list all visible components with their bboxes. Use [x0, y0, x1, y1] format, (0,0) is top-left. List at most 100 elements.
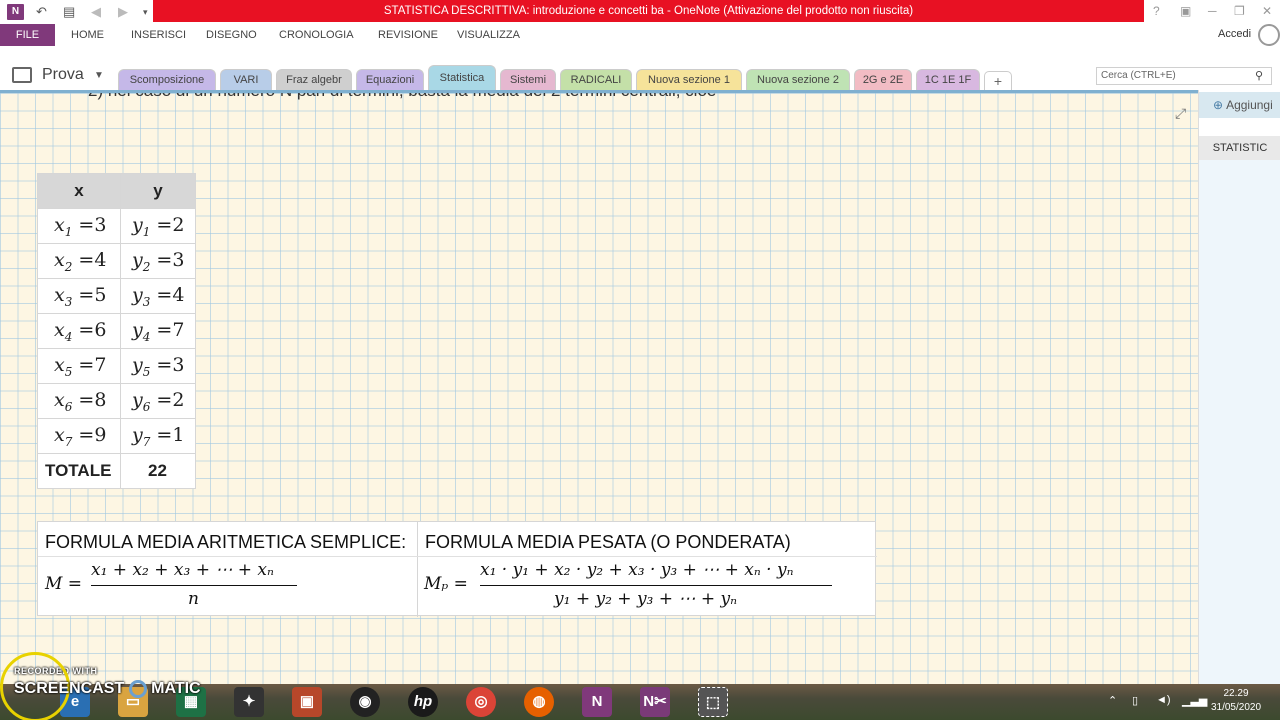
y-cell: y3 =4: [120, 278, 196, 314]
tab-file[interactable]: FILE: [0, 24, 55, 46]
network-icon[interactable]: ▁▃▅: [1182, 694, 1207, 707]
data-table: x y x1 =3 y1 =2 x2 =4 y2 =3 x3 =5 y3 =4 x4 =6 y…: [37, 173, 196, 489]
y-cell: y5 =3: [120, 348, 196, 384]
tab-visualizza[interactable]: VISUALIZZA: [457, 29, 520, 41]
clock-date: 31/05/2020: [1210, 702, 1262, 713]
close-icon[interactable]: ✕: [1262, 4, 1272, 18]
expand-icon[interactable]: ⤢: [1175, 105, 1186, 122]
formula-table: FORMULA MEDIA ARITMETICA SEMPLICE: M = x…: [37, 521, 877, 617]
photos-app-icon[interactable]: ✦: [234, 687, 264, 717]
section-tab[interactable]: Fraz algebr: [276, 69, 352, 91]
section-tab-active[interactable]: Statistica: [428, 65, 496, 92]
page-canvas[interactable]: 2) nel caso di un numero N pari di termi…: [0, 90, 1198, 684]
x-cell: x3 =5: [37, 278, 121, 314]
user-avatar-icon[interactable]: [1258, 24, 1280, 46]
total-label: TOTALE: [37, 453, 121, 489]
y-cell: y4 =7: [120, 313, 196, 349]
pages-pane-background: [1199, 160, 1280, 684]
notebook-bar: Prova ▼ Scomposizione VARI Fraz algebr E…: [0, 62, 1280, 92]
section-tab[interactable]: Scomposizione: [118, 69, 216, 91]
tab-cronologia[interactable]: CRONOLOGIA: [279, 29, 354, 41]
onenote-logo-icon: N: [7, 4, 24, 20]
simple-mean-cell: FORMULA MEDIA ARITMETICA SEMPLICE: M = x…: [38, 522, 418, 617]
customize-toolbar-icon[interactable]: ▾: [143, 3, 148, 21]
section-tab[interactable]: Sistemi: [500, 69, 556, 91]
tab-home[interactable]: HOME: [71, 29, 104, 41]
window-title: STATISTICA DESCRITTIVA: introduzione e c…: [153, 0, 1144, 22]
ribbon-display-icon[interactable]: ▣: [1180, 4, 1191, 18]
section-tab[interactable]: Equazioni: [356, 69, 424, 91]
section-tab[interactable]: 2G e 2E: [854, 69, 912, 91]
header-x: x: [37, 173, 121, 209]
notebook-name[interactable]: Prova: [42, 66, 84, 84]
forward-icon[interactable]: ▶: [118, 3, 128, 21]
header-y: y: [120, 173, 196, 209]
weighted-mean-denominator: y₁ + y₂ + y₃ + ⋯ + yₙ: [554, 589, 737, 609]
search-icon[interactable]: ⚲: [1255, 68, 1263, 84]
add-section-button[interactable]: +: [984, 71, 1012, 91]
weighted-mean-cell: FORMULA MEDIA PESATA (O PONDERATA) Mₚ = …: [418, 522, 877, 617]
weighted-mean-numerator: x₁ · y₁ + x₂ · y₂ + x₃ · y₃ + ⋯ + xₙ · y…: [480, 560, 794, 580]
table-body: x1 =3 y1 =2 x2 =4 y2 =3 x3 =5 y3 =4 x4 =6 y4 =7…: [37, 208, 196, 454]
notebook-icon[interactable]: [12, 67, 32, 83]
undo-icon[interactable]: ↶: [36, 3, 47, 21]
media-player-icon[interactable]: ◉: [350, 687, 380, 717]
clock-time: 22.29: [1223, 688, 1249, 699]
snipping-tool-icon[interactable]: ⬚: [698, 687, 728, 717]
back-icon[interactable]: ◀: [91, 3, 101, 21]
watermark-matic: MATIC: [151, 680, 201, 698]
simple-mean-title: FORMULA MEDIA ARITMETICA SEMPLICE:: [45, 532, 407, 552]
table-row: x1 =3 y1 =2: [37, 208, 196, 244]
onenote-clip-icon[interactable]: N✂: [640, 687, 670, 717]
search-input[interactable]: Cerca (CTRL+E) ⚲: [1096, 67, 1272, 85]
section-tab[interactable]: RADICALI: [560, 69, 632, 91]
section-tab[interactable]: Nuova sezione 2: [746, 69, 850, 91]
x-cell: x2 =4: [37, 243, 121, 279]
fraction-bar: [480, 585, 832, 586]
onenote-taskbar-icon[interactable]: N: [582, 687, 612, 717]
section-tab[interactable]: 1C 1E 1F: [916, 69, 980, 91]
x-cell: x7 =9: [37, 418, 121, 454]
minimize-icon[interactable]: ─: [1208, 4, 1217, 18]
y-cell: y1 =2: [120, 208, 196, 244]
tray-chevron-icon[interactable]: ⌃: [1108, 694, 1117, 707]
table-row: x5 =7 y5 =3: [37, 348, 196, 384]
section-tab[interactable]: VARI: [220, 69, 272, 91]
simple-mean-lhs: M =: [45, 574, 83, 594]
tab-revisione[interactable]: REVISIONE: [378, 29, 438, 41]
battery-icon[interactable]: ▯: [1132, 694, 1138, 707]
x-cell: x6 =8: [37, 383, 121, 419]
tab-inserisci[interactable]: INSERISCI: [131, 29, 186, 41]
y-cell: y6 =2: [120, 383, 196, 419]
y-cell: y7 =1: [120, 418, 196, 454]
watermark-line2: SCREENCAST MATIC: [14, 680, 201, 698]
volume-icon[interactable]: ◄): [1156, 694, 1171, 706]
presentation-app-icon[interactable]: ▣: [292, 687, 322, 717]
chrome-icon[interactable]: ◎: [466, 687, 496, 717]
section-tab[interactable]: Nuova sezione 1: [636, 69, 742, 91]
firefox-icon[interactable]: ◍: [524, 687, 554, 717]
clock[interactable]: 22.29 31/05/2020: [1206, 687, 1266, 715]
pages-pane: ⊕ Aggiungi STATISTIC: [1198, 90, 1280, 684]
simple-mean-numerator: x₁ + x₂ + x₃ + ⋯ + xₙ: [91, 560, 274, 580]
total-value: 22: [120, 453, 196, 489]
chevron-down-icon[interactable]: ▼: [94, 70, 104, 81]
fraction-bar: [91, 585, 297, 586]
page-item[interactable]: STATISTIC: [1199, 136, 1280, 160]
watermark-o-icon: [128, 680, 147, 698]
add-page-button[interactable]: ⊕ Aggiungi: [1199, 92, 1280, 118]
table-header-row: x y: [37, 173, 196, 209]
weighted-mean-title: FORMULA MEDIA PESATA (O PONDERATA): [425, 532, 791, 552]
dock-icon[interactable]: ▤: [63, 3, 75, 21]
sign-in-link[interactable]: Accedi: [1218, 28, 1251, 40]
add-page-label: Aggiungi: [1226, 98, 1273, 112]
tab-disegno[interactable]: DISEGNO: [206, 29, 257, 41]
hp-icon[interactable]: hp: [408, 687, 438, 717]
total-row: TOTALE 22: [37, 453, 196, 489]
title-bar: N ↶ ▤ ◀ ▶ ▾ STATISTICA DESCRITTIVA: intr…: [0, 0, 1280, 24]
x-cell: x5 =7: [37, 348, 121, 384]
simple-mean-denominator: n: [188, 589, 199, 609]
restore-icon[interactable]: ❐: [1234, 4, 1245, 18]
weighted-mean-lhs: Mₚ =: [424, 574, 468, 594]
help-button[interactable]: ?: [1153, 4, 1160, 18]
